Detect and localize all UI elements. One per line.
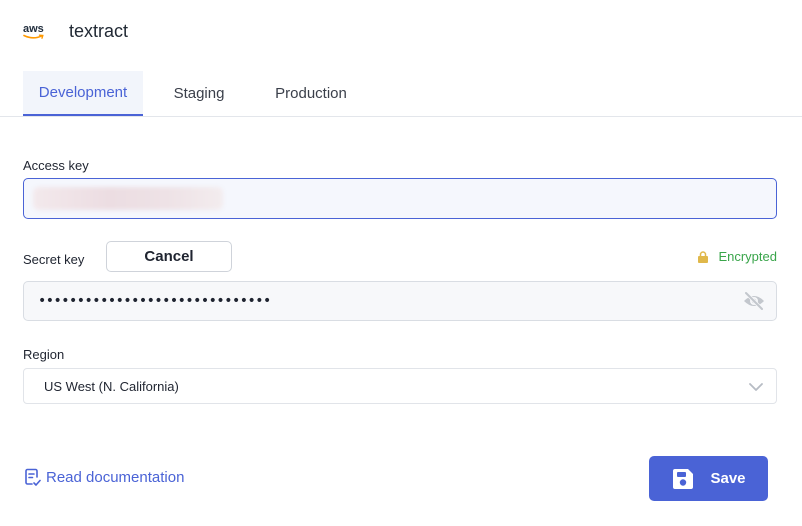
- save-label: Save: [710, 470, 746, 487]
- region-label: Region: [23, 347, 65, 362]
- read-documentation-link[interactable]: Read documentation: [24, 468, 184, 487]
- access-key-input[interactable]: [23, 178, 777, 219]
- region-selected-value: US West (N. California): [44, 379, 179, 394]
- read-documentation-label: Read documentation: [46, 469, 185, 486]
- tab-staging[interactable]: Staging: [143, 71, 255, 116]
- cancel-button[interactable]: Cancel: [106, 241, 232, 272]
- app-header: aws textract: [23, 20, 128, 42]
- access-key-label: Access key: [23, 158, 89, 173]
- tab-production[interactable]: Production: [255, 71, 367, 116]
- eye-slash-icon[interactable]: [742, 291, 766, 311]
- environment-tabs: Development Staging Production: [23, 71, 367, 116]
- chevron-down-icon: [749, 383, 763, 391]
- encrypted-label: Encrypted: [718, 249, 777, 264]
- secret-key-masked-value: ••••••••••••••••••••••••••••••: [38, 293, 271, 309]
- app-title: textract: [69, 20, 129, 41]
- encrypted-status: Encrypted: [697, 249, 777, 264]
- document-check-icon: [25, 468, 41, 486]
- aws-logo-icon: aws: [23, 20, 47, 42]
- region-select[interactable]: US West (N. California): [23, 368, 777, 404]
- access-key-redacted-value: [33, 187, 223, 210]
- floppy-disk-icon: [673, 468, 694, 489]
- save-button[interactable]: Save: [649, 456, 768, 501]
- tabs-divider: [0, 116, 802, 117]
- lock-icon: [698, 250, 709, 263]
- secret-key-label: Secret key: [23, 252, 85, 267]
- tab-development[interactable]: Development: [23, 71, 143, 116]
- secret-key-input[interactable]: ••••••••••••••••••••••••••••••: [23, 281, 777, 321]
